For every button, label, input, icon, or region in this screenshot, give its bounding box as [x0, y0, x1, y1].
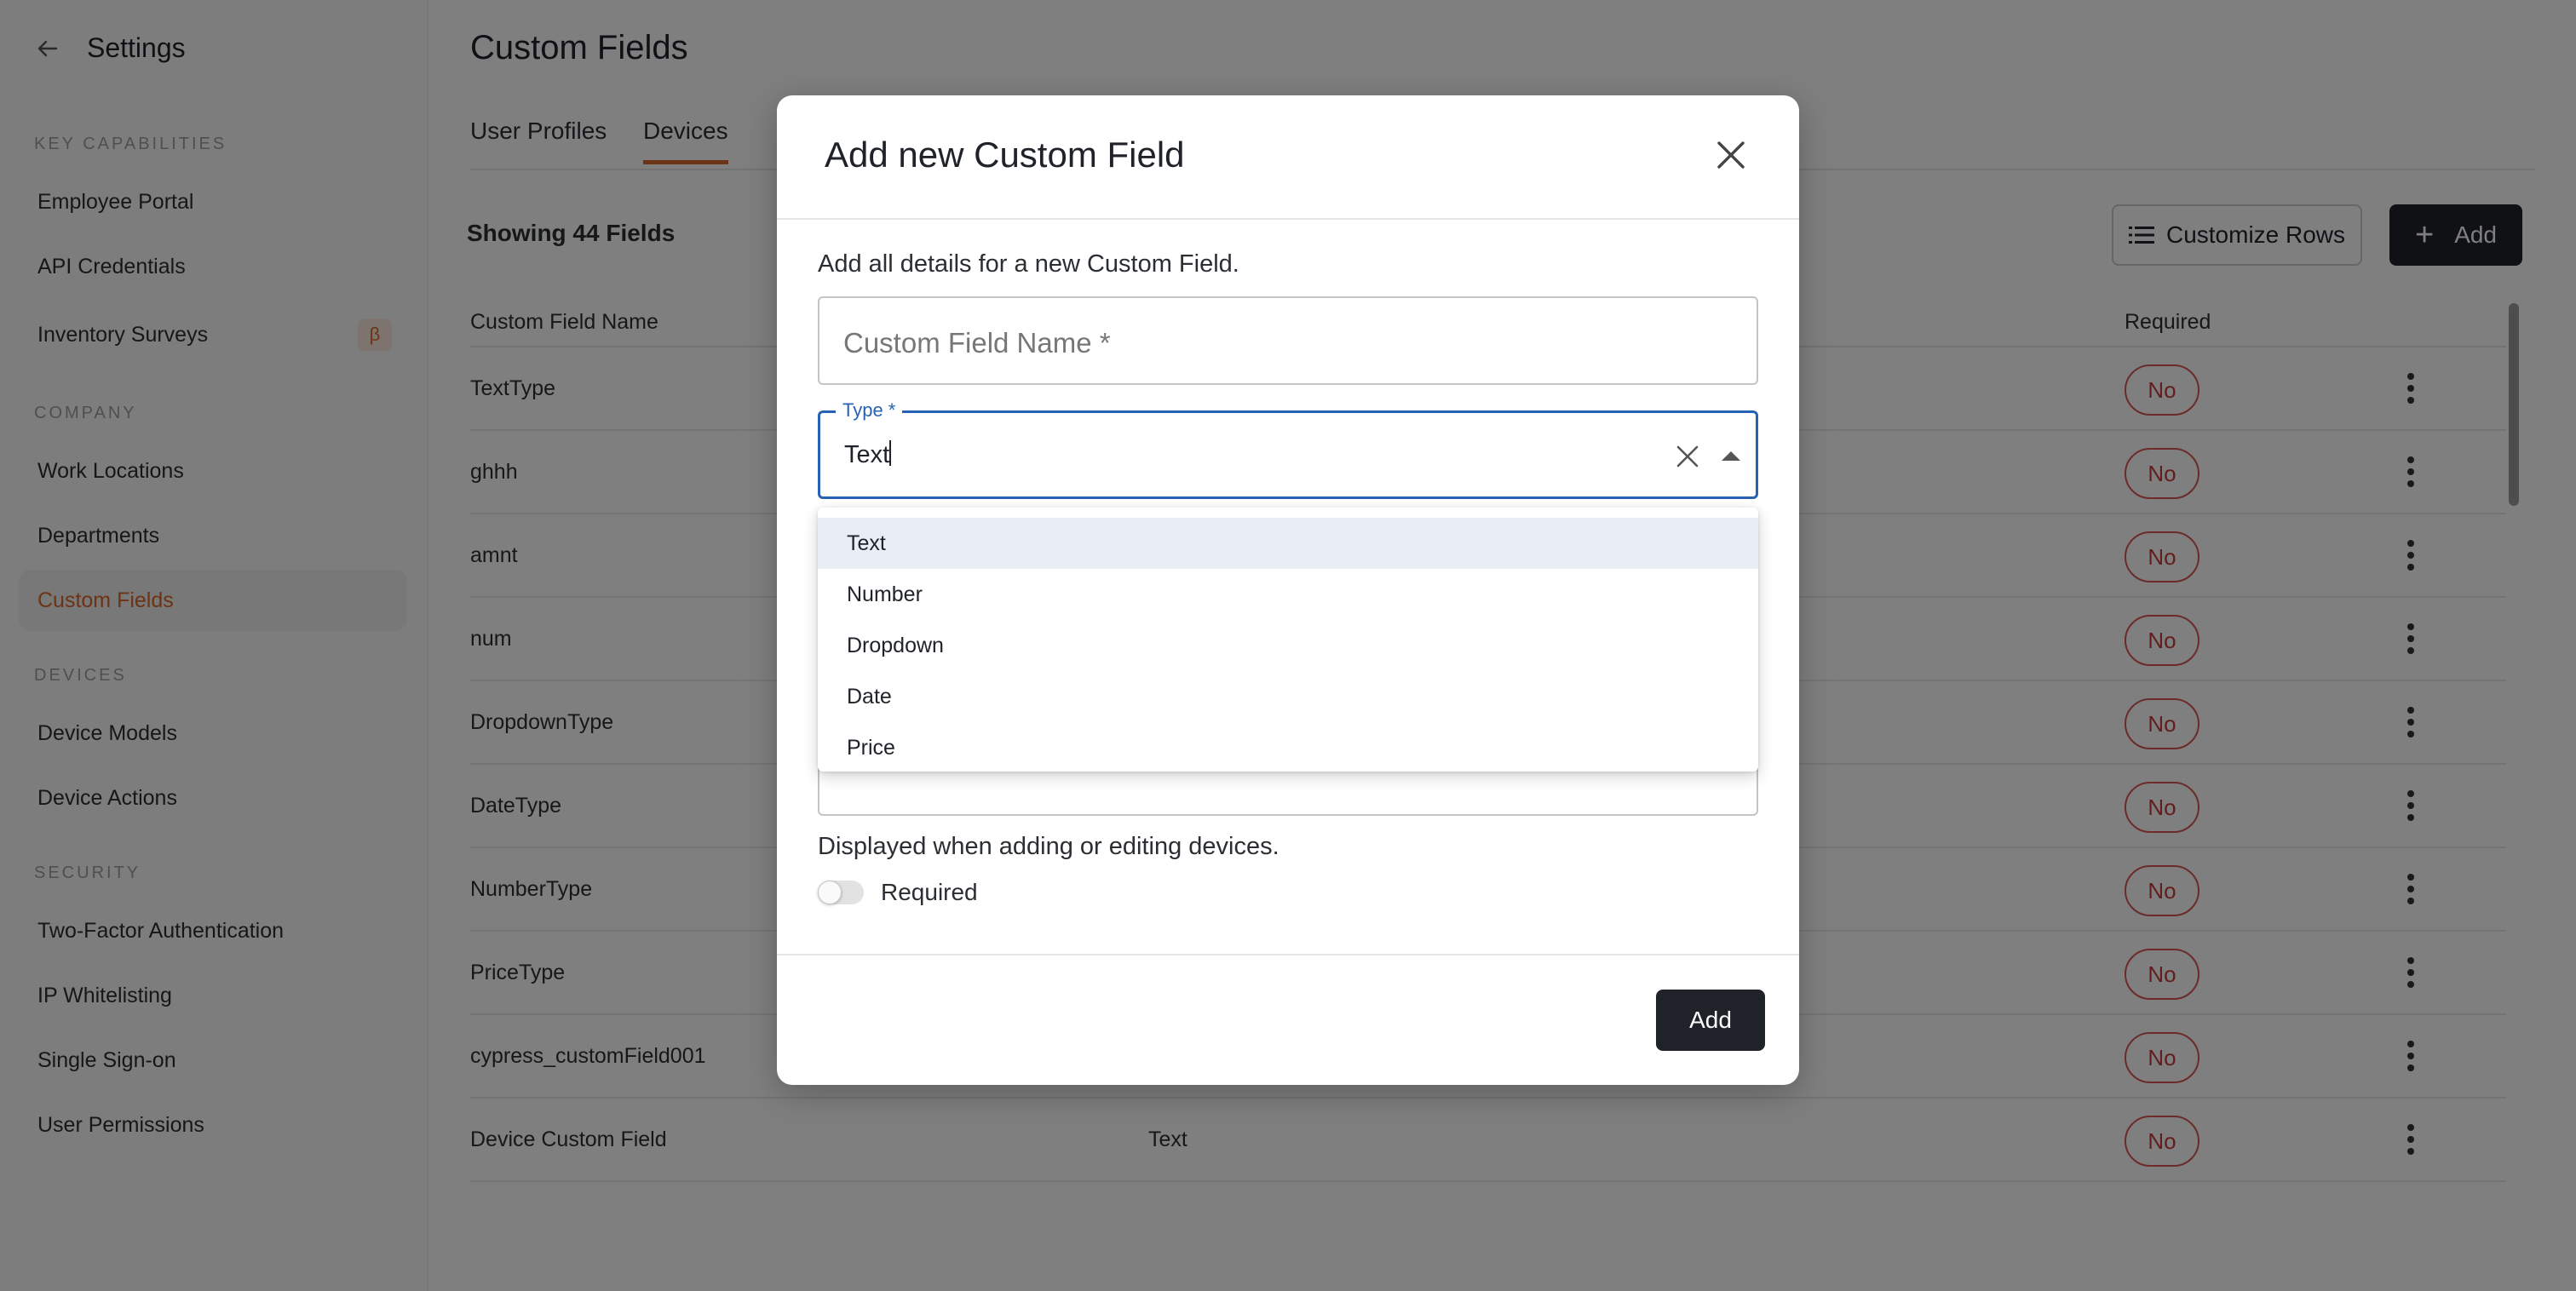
close-icon[interactable] [1714, 138, 1748, 172]
dialog-footer-divider [777, 954, 1799, 955]
type-option-dropdown[interactable]: Dropdown [818, 620, 1758, 671]
toggle-knob [818, 881, 842, 904]
type-options-listbox: Text Number Dropdown Date Price [818, 508, 1758, 772]
type-select[interactable]: Type * Text [818, 399, 1758, 499]
type-option-price[interactable]: Price [818, 722, 1758, 773]
clear-icon[interactable] [1675, 444, 1700, 469]
dialog-description: Add all details for a new Custom Field. [818, 250, 1239, 278]
chevron-up-icon[interactable] [1722, 450, 1740, 462]
dialog-title: Add new Custom Field [825, 135, 1185, 175]
display-note: Displayed when adding or editing devices… [818, 833, 1279, 860]
custom-field-name-placeholder: Custom Field Name * [843, 327, 1111, 359]
required-toggle[interactable] [818, 881, 864, 904]
dialog-divider [777, 218, 1799, 220]
add-custom-field-dialog: Add new Custom Field Add all details for… [777, 95, 1799, 1085]
required-label: Required [881, 879, 978, 905]
type-label: Type * [836, 399, 903, 422]
type-input-value[interactable]: Text [844, 440, 892, 469]
text-cursor [889, 440, 892, 466]
type-option-number[interactable]: Number [818, 569, 1758, 620]
type-option-date[interactable]: Date [818, 671, 1758, 722]
type-option-text[interactable]: Text [818, 518, 1758, 569]
custom-field-name-input[interactable]: Custom Field Name * [818, 296, 1758, 385]
add-submit-button[interactable]: Add [1656, 990, 1765, 1051]
